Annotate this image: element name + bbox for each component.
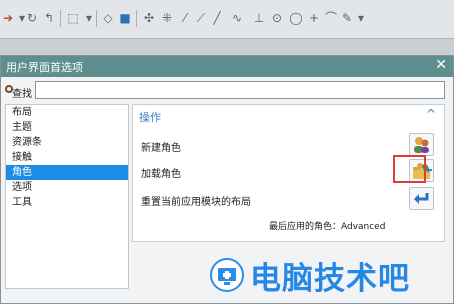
undo-arrow-icon — [414, 193, 429, 204]
dialog-title: 用户界面首选项 — [6, 61, 83, 74]
category-item-resource-bar[interactable]: 资源条 — [6, 135, 128, 150]
dialog-title-bar: 用户界面首选项 ✕ — [1, 56, 453, 77]
circle-icon[interactable]: ◯ — [289, 11, 303, 25]
line-icon[interactable]: ⁄ — [178, 11, 192, 25]
snap-mid-icon[interactable]: ⁜ — [160, 11, 174, 25]
cube-icon[interactable]: ■ — [118, 11, 132, 25]
monitor-plus-icon — [218, 268, 236, 285]
category-item-options[interactable]: 选项 — [6, 180, 128, 195]
dropdown-icon[interactable]: ▾ — [82, 11, 96, 25]
category-item-touch[interactable]: 接触 — [6, 150, 128, 165]
perpendicular-icon[interactable]: ⊥ — [252, 11, 266, 25]
toolbar-divider — [96, 10, 97, 27]
reset-layout-label: 重置当前应用模块的布局 — [141, 197, 251, 208]
recent-role-text: 最后应用的角色：Advanced — [269, 222, 386, 232]
watermark-logo-icon — [210, 258, 244, 292]
rotate-icon[interactable]: ↻ — [25, 11, 39, 25]
close-icon[interactable]: ✕ — [435, 57, 447, 73]
reset-layout-button[interactable] — [409, 187, 434, 210]
new-role-label: 新建角色 — [141, 143, 181, 154]
search-label: 查找 — [12, 89, 32, 100]
section-title: 操作 — [139, 111, 161, 124]
search-row: 查找 — [1, 78, 453, 104]
cursor-icon[interactable]: ➔ — [1, 11, 15, 25]
tangent-icon[interactable]: ⟋ — [194, 11, 208, 25]
wireframe-icon[interactable]: ◇ — [101, 11, 115, 25]
role-settings-panel: 操作 ^ 新建角色 加载角色 重置当前应用模块的布局 最后应用的角色：Advan… — [132, 104, 445, 242]
snap-icon[interactable]: ✣ — [142, 11, 156, 25]
toolbar-divider — [136, 10, 137, 27]
users-icon — [414, 137, 429, 153]
select-box-icon[interactable]: ⬚ — [66, 11, 80, 25]
search-input[interactable] — [35, 81, 445, 99]
new-role-button[interactable] — [409, 133, 434, 156]
main-toolbar: ➔ ▾ ↻ ↰ ⬚ ▾ ◇ ■ ✣ ⁜ ⁄ ⟋ ╱ ∿ ⊥ ⊙ ◯ + ⌒ ✎ … — [0, 0, 454, 39]
dropdown-icon[interactable]: ▾ — [354, 11, 368, 25]
category-list: 布局 主题 资源条 接触 角色 选项 工具 — [5, 104, 129, 289]
collapse-icon[interactable]: ^ — [426, 107, 436, 121]
load-role-label: 加载角色 — [141, 169, 181, 180]
curve-icon[interactable]: ∿ — [230, 11, 244, 25]
arc-icon[interactable]: ⌒ — [324, 11, 338, 25]
category-item-theme[interactable]: 主题 — [6, 120, 128, 135]
category-item-layout[interactable]: 布局 — [6, 105, 128, 120]
toolbar-divider — [60, 10, 61, 27]
watermark-text: 电脑技术吧 — [250, 261, 410, 297]
slash-icon[interactable]: ╱ — [210, 11, 224, 25]
pan-icon[interactable]: ↰ — [42, 11, 56, 25]
category-item-role[interactable]: 角色 — [6, 165, 128, 180]
category-item-tools[interactable]: 工具 — [6, 195, 128, 210]
highlight-box — [393, 155, 426, 183]
plus-icon[interactable]: + — [307, 11, 321, 25]
circle-point-icon[interactable]: ⊙ — [270, 11, 284, 25]
pen-icon[interactable]: ✎ — [340, 11, 354, 25]
